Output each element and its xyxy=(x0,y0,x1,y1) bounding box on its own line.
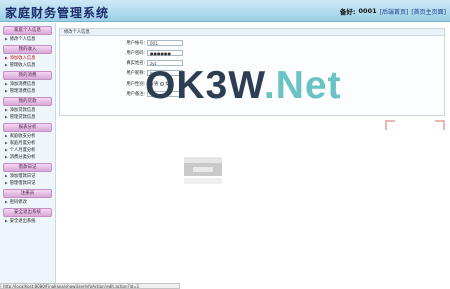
password-label: 用户密码: xyxy=(126,51,145,56)
sidebar-item-manage-loan[interactable]: ▶ 管理贷款信息 xyxy=(0,113,55,120)
arrow-icon: ▶ xyxy=(5,154,8,159)
sidebar-group-diary[interactable]: 借款日记 xyxy=(3,163,52,172)
sidebar-group-profile[interactable]: 家庭个人信息 xyxy=(3,26,52,35)
arrow-icon: ▶ xyxy=(5,140,8,145)
sidebar-item-label: 管理收入信息 xyxy=(9,62,36,68)
sidebar-item-logout[interactable]: ▶ 安全退出系统 xyxy=(0,217,55,224)
arrow-icon: ▶ xyxy=(5,218,8,223)
sidebar-group-logout[interactable]: 安全退出系统 xyxy=(3,208,52,217)
sidebar-item-label: 密码修改 xyxy=(9,199,27,205)
sidebar-item-add-loan[interactable]: ▶ 添加贷款信息 xyxy=(0,106,55,113)
sidebar-group-income[interactable]: 我的收入 xyxy=(3,45,52,54)
gender-label: 用户性别: xyxy=(126,82,145,87)
status-bar: http://localhost:8080/FinalJava/showUser… xyxy=(0,283,180,289)
sidebar-group-admin[interactable]: 注册员 xyxy=(3,189,52,198)
sidebar-item-report-monthly[interactable]: ▶ 家庭月度分析 xyxy=(0,139,55,146)
name-label: 真实姓名: xyxy=(126,61,145,66)
sidebar-item-label: 添加收入信息 xyxy=(9,55,36,61)
account-label: 用户帐号: xyxy=(126,41,145,46)
sidebar-item-label: 修改个人信息 xyxy=(9,36,36,42)
sidebar-item-label: 个人月度分析 xyxy=(9,147,36,153)
main-content: 修改个人信息 用户帐号: 001 用户密码: ●●●●●● 真实姓名: zyz … xyxy=(57,23,450,285)
sidebar-item-report-category[interactable]: ▶ 消费分类分析 xyxy=(0,153,55,160)
arrow-icon: ▶ xyxy=(5,180,8,185)
corner-mark-icon xyxy=(435,120,445,130)
sidebar-item-label: 家庭月度分析 xyxy=(9,140,36,146)
panel-title: 修改个人信息 xyxy=(60,29,444,36)
sidebar-item-label: 管理消费信息 xyxy=(9,88,36,94)
app-title: 家庭财务管理系统 xyxy=(5,6,110,20)
sidebar-item-label: 消费分类分析 xyxy=(9,154,36,160)
header-link-other[interactable]: [首页主页面] xyxy=(411,7,446,16)
sidebar-group-loans[interactable]: 我的贷款 xyxy=(3,97,52,106)
user-name: 0001 xyxy=(358,7,377,15)
form-row-password: 用户密码: ●●●●●● xyxy=(118,50,183,56)
remark-label: 用户备注: xyxy=(126,92,145,97)
sidebar-item-manage-income[interactable]: ▶ 管理收入信息 xyxy=(0,61,55,68)
password-field[interactable]: ●●●●●● xyxy=(147,50,183,56)
sidebar-item-label: 添加消费信息 xyxy=(9,81,36,87)
arrow-icon: ▶ xyxy=(5,173,8,178)
header-link-home[interactable]: [后端首页] xyxy=(380,7,409,16)
arrow-icon: ▶ xyxy=(5,114,8,119)
arrow-icon: ▶ xyxy=(5,88,8,93)
sidebar-group-spending[interactable]: 我的消费 xyxy=(3,71,52,80)
watermark-text-main: OK3W xyxy=(145,64,264,107)
sidebar-item-label: 安全退出系统 xyxy=(9,218,36,224)
arrow-icon: ▶ xyxy=(5,133,8,138)
sidebar-item-label: 管理借款日记 xyxy=(9,180,36,186)
sidebar-item-label: 管理贷款信息 xyxy=(9,114,36,120)
user-label: 备好: xyxy=(339,8,356,16)
sidebar-item-add-spending[interactable]: ▶ 添加消费信息 xyxy=(0,80,55,87)
sidebar-item-report-family[interactable]: ▶ 家庭收支分析 xyxy=(0,132,55,139)
arrow-icon: ▶ xyxy=(5,81,8,86)
sidebar-item-label: 添加贷款信息 xyxy=(9,107,36,113)
sidebar-item-label: 添加借款日记 xyxy=(9,173,36,179)
sidebar-item-label: 家庭收支分析 xyxy=(9,133,36,139)
corner-mark-icon xyxy=(385,120,395,130)
sidebar-item-add-diary[interactable]: ▶ 添加借款日记 xyxy=(0,172,55,179)
sidebar-item-manage-spending[interactable]: ▶ 管理消费信息 xyxy=(0,87,55,94)
account-field[interactable]: 001 xyxy=(147,40,183,46)
sidebar-item-manage-diary[interactable]: ▶ 管理借款日记 xyxy=(0,179,55,186)
arrow-icon: ▶ xyxy=(5,55,8,60)
arrow-icon: ▶ xyxy=(5,36,8,41)
sidebar-item-edit-profile[interactable]: ▶ 修改个人信息 xyxy=(0,35,55,42)
watermark-logo: OK3W.Net xyxy=(145,64,342,108)
sidebar-group-reports[interactable]: 报表分析 xyxy=(3,123,52,132)
arrow-icon: ▶ xyxy=(5,147,8,152)
background-graphic xyxy=(184,157,222,185)
sidebar-item-add-income[interactable]: ▶ 添加收入信息 xyxy=(0,54,55,61)
form-row-account: 用户帐号: 001 xyxy=(118,40,183,46)
watermark-text-suffix: .Net xyxy=(263,64,342,107)
sidebar-item-change-password[interactable]: ▶ 密码修改 xyxy=(0,198,55,205)
sidebar-nav: 家庭个人信息 ▶ 修改个人信息 我的收入 ▶ 添加收入信息 ▶ 管理收入信息 我的消费… xyxy=(0,23,56,285)
arrow-icon: ▶ xyxy=(5,199,8,204)
nickname-label: 用户昵称: xyxy=(126,71,145,76)
arrow-icon: ▶ xyxy=(5,107,8,112)
arrow-icon: ▶ xyxy=(5,62,8,67)
app-header: 家庭财务管理系统 备好: 0001 [后端首页] [首页主页面] xyxy=(0,0,450,22)
header-user-area: 备好: 0001 [后端首页] [首页主页面] xyxy=(340,6,446,16)
sidebar-item-report-personal[interactable]: ▶ 个人月度分析 xyxy=(0,146,55,153)
